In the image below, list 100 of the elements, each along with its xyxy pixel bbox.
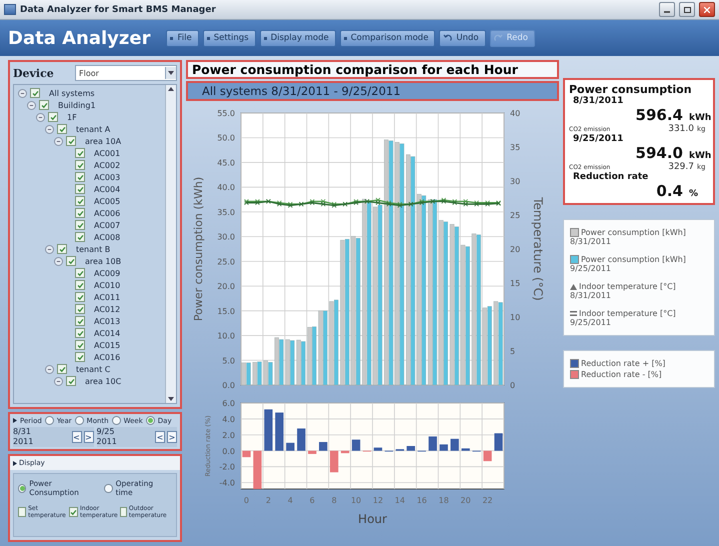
checkbox[interactable] <box>57 364 67 374</box>
checkbox[interactable] <box>75 352 85 362</box>
checkbox[interactable] <box>57 124 67 134</box>
tree-item[interactable]: tenant B <box>76 244 110 254</box>
previous-button[interactable]: < <box>72 431 82 443</box>
checkbox[interactable] <box>75 196 85 206</box>
checkbox[interactable] <box>69 507 78 517</box>
tree-item[interactable]: AC002 <box>94 160 120 170</box>
collapse-icon[interactable] <box>45 244 54 254</box>
tree-item[interactable]: AC007 <box>94 220 120 230</box>
tree-item[interactable]: tenant A <box>76 124 110 134</box>
checkbox[interactable] <box>75 328 85 338</box>
maximize-button[interactable] <box>679 2 695 17</box>
window-title: Data Analyzer for Smart BMS Manager <box>20 4 217 14</box>
radio-button[interactable] <box>112 416 121 425</box>
checkbox[interactable] <box>66 376 76 386</box>
tree-item[interactable]: AC001 <box>94 148 120 158</box>
tree-item[interactable]: Building1 <box>58 100 96 110</box>
close-button[interactable] <box>699 2 715 17</box>
checkbox[interactable] <box>75 316 85 326</box>
collapse-icon[interactable] <box>54 256 63 266</box>
collapse-icon[interactable] <box>18 88 27 98</box>
checkbox[interactable] <box>66 256 76 266</box>
checkbox[interactable] <box>120 507 127 517</box>
checkbox[interactable] <box>18 507 26 517</box>
tree-item[interactable]: All systems <box>49 88 95 98</box>
radio-button[interactable] <box>44 416 54 425</box>
tree-item[interactable]: area 10A <box>85 136 122 146</box>
toolbar-button[interactable]: Comparison mode <box>340 30 436 46</box>
axis-label: 2 <box>266 496 271 505</box>
co2-value: 329.7 <box>668 162 694 172</box>
checkbox[interactable] <box>75 184 85 194</box>
checkbox[interactable] <box>75 160 85 170</box>
scrollbar[interactable] <box>165 85 176 403</box>
axis-title: Power consumption (kWh) <box>192 176 205 322</box>
next-button[interactable]: > <box>84 431 94 443</box>
checkbox[interactable] <box>75 340 85 350</box>
checkbox[interactable] <box>75 232 85 242</box>
axis-label: 5.0 <box>222 356 235 366</box>
radio-button[interactable] <box>146 416 155 425</box>
legend-label: Indoor temperature [°C] <box>579 309 676 318</box>
checkbox[interactable] <box>30 88 40 98</box>
tree-item[interactable]: AC012 <box>94 304 120 314</box>
checkbox[interactable] <box>48 112 58 122</box>
tree-item[interactable]: AC015 <box>94 340 120 350</box>
tree-item[interactable]: AC016 <box>94 352 120 362</box>
toolbar-button[interactable]: Display mode <box>260 30 336 46</box>
radio-button[interactable] <box>74 416 84 425</box>
tree-item[interactable]: AC014 <box>94 328 120 338</box>
tree-item[interactable]: 1F <box>67 112 77 122</box>
tree-item[interactable]: tenant C <box>76 364 110 374</box>
tree-item[interactable]: AC003 <box>94 172 120 182</box>
tree-item[interactable]: AC011 <box>94 292 120 302</box>
legend-label: Power consumption [kWh] <box>581 228 686 237</box>
checkbox[interactable] <box>75 292 85 302</box>
checkbox[interactable] <box>57 244 67 254</box>
tree-item[interactable]: AC009 <box>94 268 120 278</box>
checkbox[interactable] <box>75 304 85 314</box>
axis-label: 6 <box>310 496 315 505</box>
collapse-icon[interactable] <box>54 136 63 146</box>
tree-item[interactable]: AC005 <box>94 196 120 206</box>
collapse-icon[interactable] <box>45 364 54 374</box>
collapse-icon[interactable] <box>54 376 63 386</box>
floor-dropdown[interactable]: Floor <box>75 65 177 81</box>
radio-button[interactable] <box>18 484 26 492</box>
tree-item[interactable]: area 10C <box>85 376 122 386</box>
checkbox[interactable] <box>75 220 85 230</box>
collapse-icon[interactable] <box>36 112 45 122</box>
tree-item[interactable]: AC006 <box>94 208 120 218</box>
tree-item[interactable]: AC013 <box>94 316 120 326</box>
toolbar-button[interactable]: Undo <box>439 30 486 46</box>
legend-label: Reduction rate - [%] <box>581 370 662 379</box>
checkbox[interactable] <box>75 268 85 278</box>
checkbox[interactable] <box>75 280 85 290</box>
toolbar-button[interactable]: Settings <box>202 30 256 46</box>
checkbox[interactable] <box>75 172 85 182</box>
tree-item[interactable]: area 10B <box>85 256 122 266</box>
checkbox[interactable] <box>75 148 85 158</box>
radio-button[interactable] <box>104 484 113 492</box>
axis-label: 20 <box>460 496 471 505</box>
collapse-icon[interactable] <box>27 100 36 110</box>
tree-item[interactable]: AC008 <box>94 232 120 242</box>
consumption-value: 594.0 <box>636 144 683 162</box>
minimize-button[interactable] <box>659 2 675 17</box>
legend-label: Power consumption [kWh] <box>581 255 686 264</box>
collapse-icon[interactable] <box>45 124 54 134</box>
co2-value: 331.0 <box>668 124 694 134</box>
checkbox[interactable] <box>39 100 49 110</box>
next-button[interactable]: > <box>167 431 177 443</box>
checkbox[interactable] <box>75 208 85 218</box>
bar <box>340 450 350 454</box>
tree-item[interactable]: AC004 <box>94 184 120 194</box>
scroll-down-icon[interactable] <box>168 397 174 401</box>
axis-title: Hour <box>358 512 387 526</box>
tree-item[interactable]: AC010 <box>94 280 120 290</box>
toolbar-button[interactable]: File <box>166 30 199 46</box>
scroll-up-icon[interactable] <box>168 87 174 91</box>
checkbox[interactable] <box>66 136 76 146</box>
previous-button[interactable]: < <box>155 431 165 443</box>
bar <box>308 450 316 454</box>
